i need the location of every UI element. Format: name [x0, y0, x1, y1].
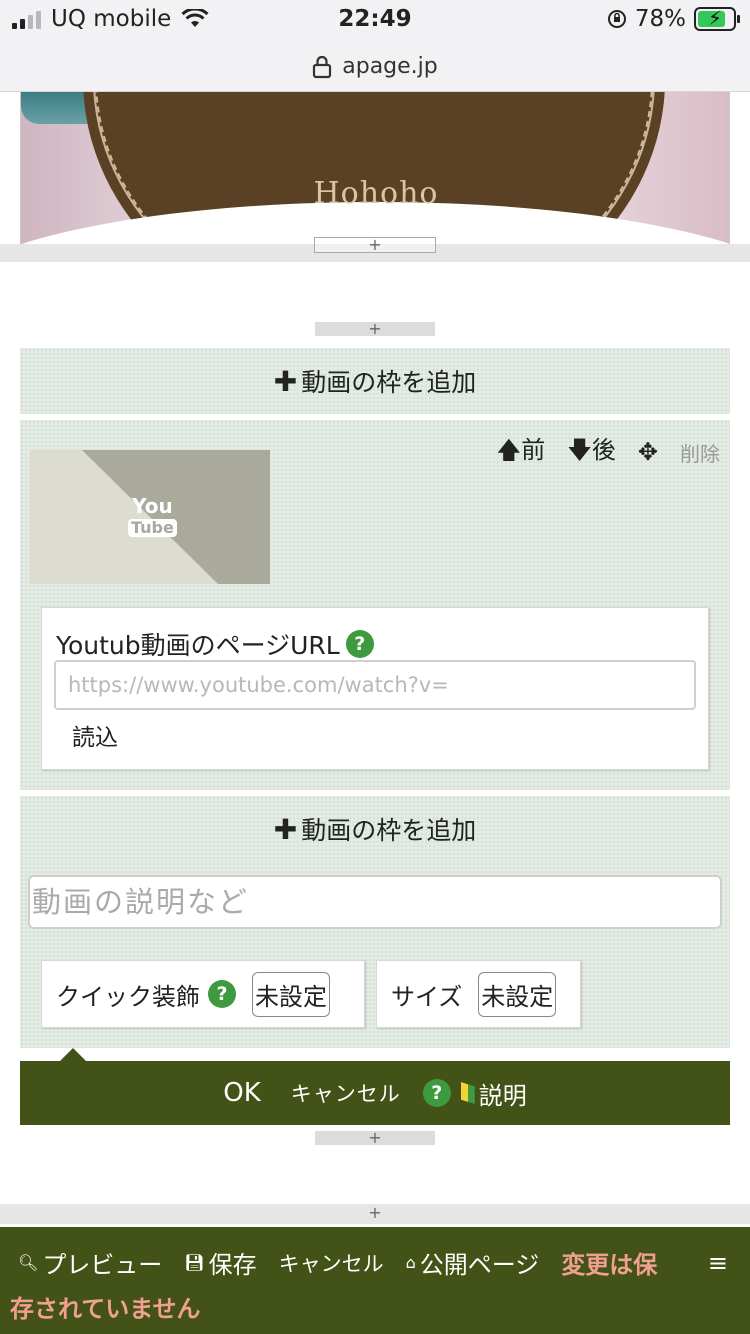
floppy-icon: 💾︎: [184, 1253, 205, 1272]
url-field-label: Youtub動画のページURL: [56, 631, 340, 660]
ok-button[interactable]: OK: [223, 1078, 261, 1108]
logo-text: Hohoho: [313, 176, 439, 211]
cancel-button[interactable]: キャンセル: [279, 1248, 384, 1278]
load-button[interactable]: 読込: [72, 718, 118, 752]
add-video-frame-label: 動画の枠を追加: [301, 368, 477, 397]
move-up-label: 前: [521, 436, 546, 464]
insert-handle[interactable]: +: [315, 1205, 435, 1221]
edit-action-bar: OK キャンセル ? 説明: [20, 1061, 730, 1125]
add-video-frame-button[interactable]: ✚ 動画の枠を追加: [20, 348, 730, 414]
url-settings-card: Youtub動画のページURL ? 読込: [41, 607, 709, 770]
beginner-mark-icon: [460, 1082, 475, 1104]
battery-icon: ⚡: [694, 6, 740, 31]
preview-label: プレビュー: [42, 1251, 163, 1279]
video-thumbnail: You Tube: [30, 450, 270, 584]
unsaved-warning-continued: 存されていません: [10, 1295, 201, 1323]
youtube-url-input[interactable]: [54, 660, 696, 710]
move-down-label: 後: [591, 436, 616, 464]
preview-button[interactable]: 🔍︎ プレビュー: [18, 1245, 162, 1280]
size-card: サイズ 未設定: [376, 960, 581, 1028]
public-page-label: 公開ページ: [419, 1251, 540, 1279]
battery-percentage: 78%: [634, 6, 686, 32]
url-text: apage.jp: [342, 54, 438, 79]
quick-decoration-select[interactable]: 未設定: [252, 971, 330, 1017]
size-label: サイズ: [391, 982, 463, 1011]
plus-icon: ✚: [273, 364, 298, 398]
help-link[interactable]: 説明: [479, 1076, 527, 1111]
move-up-button[interactable]: 🡅前: [497, 430, 546, 474]
arrow-down-icon: 🡇: [567, 436, 592, 464]
insert-handle[interactable]: +: [315, 1130, 435, 1146]
public-page-button[interactable]: ⌂ 公開ページ: [406, 1245, 540, 1280]
decoration-settings: クイック装飾 ? 未設定 サイズ 未設定: [20, 938, 730, 1048]
arrow-up-icon: 🡅: [496, 436, 522, 464]
lock-icon: [313, 55, 332, 78]
status-bar: UQ mobile 22:49 78% ⚡: [0, 0, 750, 42]
home-icon: ⌂: [405, 1253, 416, 1272]
save-button[interactable]: 💾︎ 保存: [184, 1245, 256, 1280]
help-icon[interactable]: ?: [208, 980, 236, 1008]
help-icon[interactable]: ?: [422, 1079, 451, 1107]
insert-handle[interactable]: +: [315, 321, 435, 337]
size-select[interactable]: 未設定: [478, 971, 557, 1017]
header-image[interactable]: Hohoho: [20, 92, 730, 252]
save-label: 保存: [208, 1251, 257, 1279]
help-icon[interactable]: ?: [345, 630, 374, 658]
move-down-button[interactable]: 🡇後: [567, 430, 616, 474]
add-video-frame-label: 動画の枠を追加: [301, 816, 477, 845]
video-frame: 🡅前 🡇後 ✥ 削除 You Tube Youtub動画のページURL ? 読込: [20, 420, 730, 790]
add-video-frame-button[interactable]: ✚ 動画の枠を追加: [20, 796, 730, 862]
youtube-logo: You Tube: [128, 496, 177, 537]
insert-handle[interactable]: +: [314, 237, 436, 253]
quick-decoration-card: クイック装飾 ? 未設定: [41, 960, 365, 1028]
pointer-arrow: [60, 1048, 86, 1061]
address-bar[interactable]: apage.jp: [0, 42, 750, 92]
magnifier-icon: 🔍︎: [18, 1253, 39, 1272]
drag-move-icon[interactable]: ✥: [638, 438, 658, 466]
unsaved-warning: 変更は保: [561, 1251, 658, 1279]
video-description-input[interactable]: [28, 875, 722, 929]
plus-icon: ✚: [273, 812, 298, 846]
quick-decoration-label: クイック装飾: [56, 982, 200, 1011]
menu-icon[interactable]: ≡: [708, 1249, 728, 1277]
cancel-button[interactable]: キャンセル: [291, 1078, 401, 1108]
delete-button[interactable]: 削除: [680, 438, 720, 467]
orientation-lock-icon: [607, 10, 626, 28]
bottom-toolbar: 🔍︎ プレビュー 💾︎ 保存 キャンセル ⌂ 公開ページ 変更は保 ≡ 存されて…: [0, 1227, 750, 1334]
